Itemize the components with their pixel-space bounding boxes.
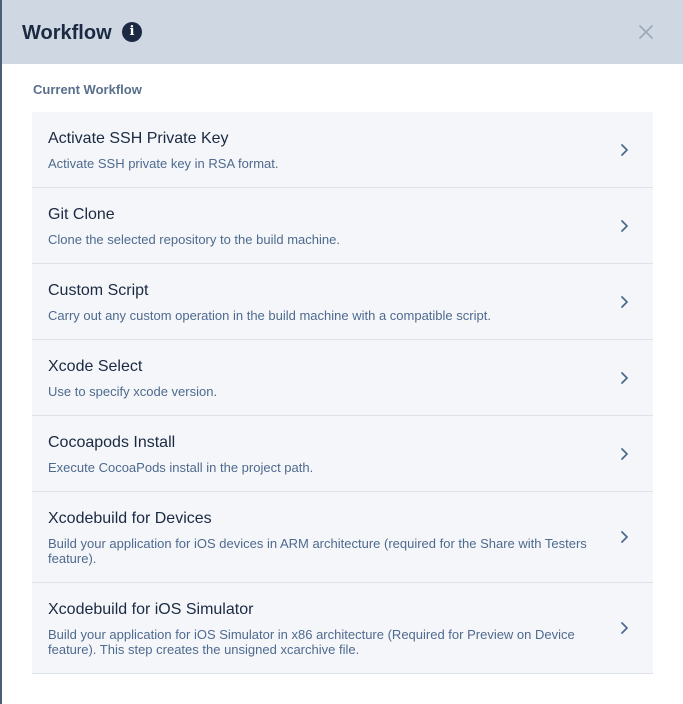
workflow-step-git-clone[interactable]: Git Clone Clone the selected repository … (32, 188, 653, 264)
workflow-panel: Workflow i Current Workflow Activate SSH… (0, 0, 683, 704)
step-description: Execute CocoaPods install in the project… (48, 460, 314, 475)
chevron-right-icon (621, 531, 628, 543)
step-title: Activate SSH Private Key (48, 130, 229, 147)
current-workflow-label: Current Workflow (33, 82, 142, 97)
step-description: Build your application for iOS devices i… (48, 536, 587, 566)
chevron-right-icon (621, 447, 628, 460)
chevron-right-icon (621, 219, 628, 232)
step-title: Cocoapods Install (48, 434, 176, 451)
step-description: Carry out any custom operation in the bu… (48, 308, 491, 323)
step-description: Activate SSH private key in RSA format. (48, 156, 279, 171)
chevron-right-icon (621, 371, 628, 384)
workflow-step-xcode-select[interactable]: Xcode Select Use to specify xcode versio… (32, 340, 653, 416)
step-description: Clone the selected repository to the bui… (48, 232, 340, 247)
workflow-step-custom-script[interactable]: Custom Script Carry out any custom opera… (32, 264, 653, 340)
info-icon[interactable]: i (122, 22, 142, 42)
chevron-right-icon (621, 622, 628, 634)
workflow-step-activate-ssh[interactable]: Activate SSH Private Key Activate SSH pr… (32, 112, 653, 188)
chevron-right-icon (621, 143, 628, 156)
workflow-step-xcodebuild-devices[interactable]: Xcodebuild for Devices Build your applic… (32, 492, 653, 583)
panel-header: Workflow i (2, 0, 683, 64)
step-title: Xcodebuild for iOS Simulator (48, 601, 254, 618)
close-icon[interactable] (636, 22, 656, 42)
step-description: Build your application for iOS Simulator… (48, 627, 575, 657)
close-icon-glyph (639, 25, 653, 39)
panel-title: Workflow (22, 22, 112, 44)
panel-left-border (0, 0, 2, 704)
step-description: Use to specify xcode version. (48, 384, 218, 399)
step-title: Xcode Select (48, 358, 143, 375)
step-title: Custom Script (48, 282, 149, 299)
step-title: Git Clone (48, 206, 115, 223)
workflow-step-list: Activate SSH Private Key Activate SSH pr… (32, 112, 653, 674)
step-title: Xcodebuild for Devices (48, 510, 212, 527)
workflow-step-cocoapods-install[interactable]: Cocoapods Install Execute CocoaPods inst… (32, 416, 653, 492)
workflow-step-xcodebuild-simulator[interactable]: Xcodebuild for iOS Simulator Build your … (32, 583, 653, 674)
chevron-right-icon (621, 295, 628, 308)
